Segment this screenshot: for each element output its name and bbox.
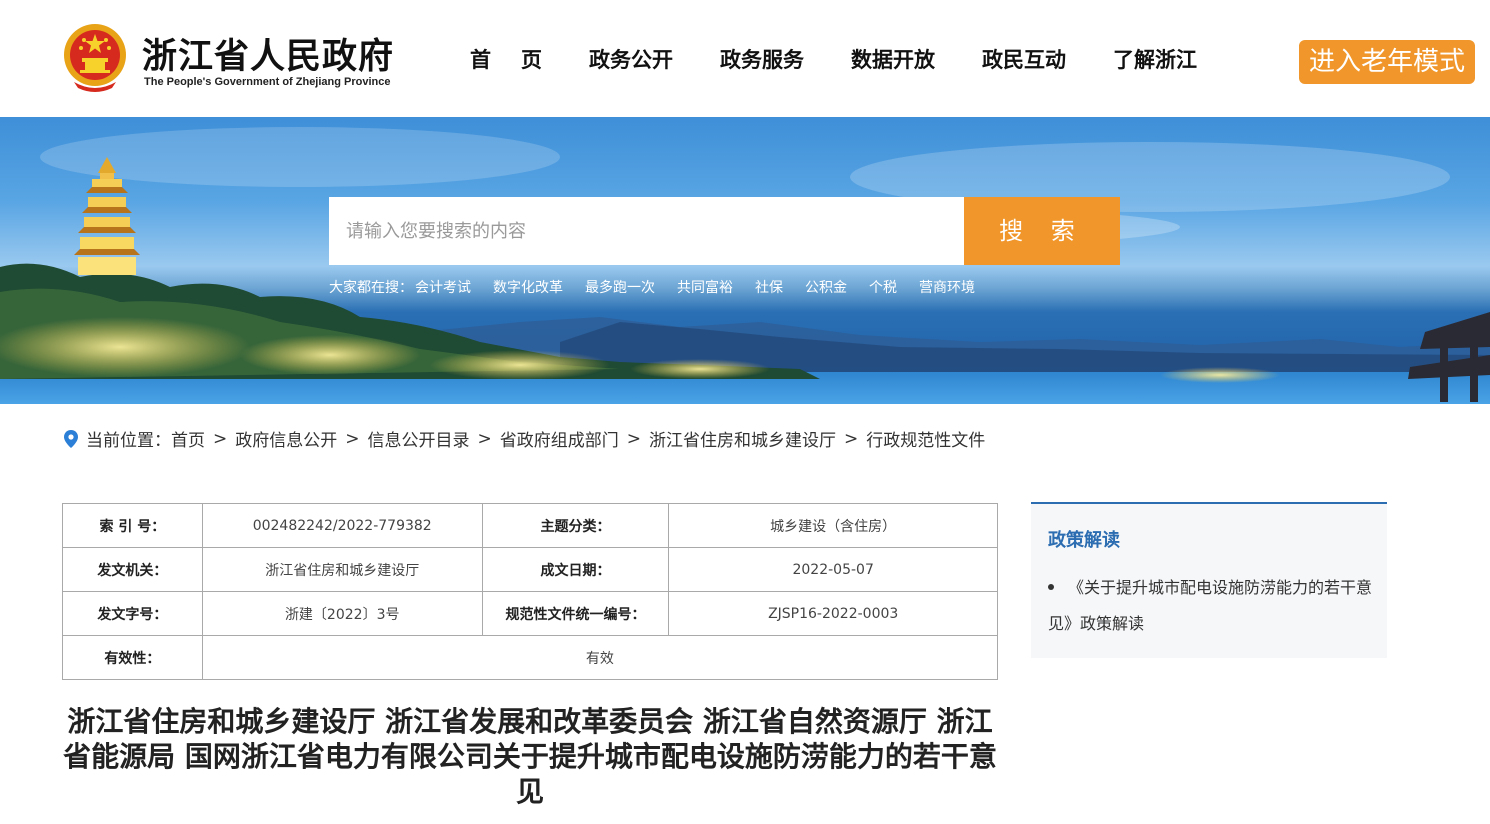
nav-open-data[interactable]: 数据开放: [851, 44, 935, 74]
location-pin-icon: [64, 429, 78, 448]
document-info-table: 索 引 号： 002482242/2022-779382 主题分类： 城乡建设（…: [62, 503, 999, 680]
table-row: 发文字号： 浙建〔2022〕3号 规范性文件统一编号： ZJSP16-2022-…: [62, 591, 998, 636]
search-button[interactable]: 搜 索: [964, 197, 1120, 265]
nav-about-zhejiang[interactable]: 了解浙江: [1113, 44, 1197, 74]
hot-search-link[interactable]: 个税: [869, 277, 897, 297]
site-title: 浙江省人民政府: [142, 36, 395, 77]
elder-mode-button[interactable]: 进入老年模式: [1299, 40, 1475, 84]
national-emblem-icon: [64, 24, 126, 92]
breadcrumb-label: 当前位置：: [86, 431, 171, 451]
nav-gov-services[interactable]: 政务服务: [720, 44, 804, 74]
unified-no-value: ZJSP16-2022-0003: [668, 591, 998, 636]
category-label: 主题分类：: [481, 503, 670, 548]
doc-no-label: 发文字号：: [62, 591, 203, 636]
hot-search-link[interactable]: 最多跑一次: [585, 277, 655, 297]
hot-searches: 大家都在搜： 会计考试 数字化改革 最多跑一次 共同富裕 社保 公积金 个税 营…: [329, 277, 997, 297]
unified-no-label: 规范性文件统一编号：: [481, 591, 670, 636]
main-nav: 首页 政务公开 政务服务 数据开放 政民互动 了解浙江: [470, 44, 1244, 74]
breadcrumb-separator: >: [213, 428, 228, 449]
panel-title: 政策解读: [1048, 530, 1120, 551]
index-no-label: 索 引 号：: [62, 503, 203, 548]
breadcrumb-home[interactable]: 首页: [171, 426, 205, 451]
document-title: 浙江省住房和城乡建设厅 浙江省发展和改革委员会 浙江省自然资源厅 浙江省能源局 …: [63, 705, 997, 808]
nav-home[interactable]: 首页: [470, 44, 572, 74]
validity-label: 有效性：: [62, 635, 203, 680]
search-input[interactable]: [329, 197, 964, 265]
hot-search-link[interactable]: 共同富裕: [677, 277, 733, 297]
table-row: 索 引 号： 002482242/2022-779382 主题分类： 城乡建设（…: [62, 503, 998, 548]
site-title-en: The People's Government of Zhejiang Prov…: [144, 76, 391, 88]
date-label: 成文日期：: [481, 547, 670, 592]
breadcrumb-housing-dept[interactable]: 浙江省住房和城乡建设厅: [649, 426, 836, 451]
policy-interpretation-panel: 政策解读 《关于提升城市配电设施防涝能力的若干意见》政策解读: [1031, 502, 1387, 658]
breadcrumb-gov-info[interactable]: 政府信息公开: [235, 426, 337, 451]
hot-search-link[interactable]: 营商环境: [919, 277, 975, 297]
table-row: 发文机关： 浙江省住房和城乡建设厅 成文日期： 2022-05-07: [62, 547, 998, 592]
breadcrumb-departments[interactable]: 省政府组成部门: [500, 426, 619, 451]
date-value: 2022-05-07: [668, 547, 998, 592]
nav-gov-affairs-open[interactable]: 政务公开: [589, 44, 673, 74]
index-no-value: 002482242/2022-779382: [201, 503, 483, 548]
policy-interpretation-text: 《关于提升城市配电设施防涝能力的若干意见》政策解读: [1048, 578, 1373, 633]
site-header: 浙江省人民政府 The People's Government of Zheji…: [0, 0, 1490, 117]
hot-search-link[interactable]: 会计考试: [415, 277, 471, 297]
breadcrumb: 当前位置： 首页 > 政府信息公开 > 信息公开目录 > 省政府组成部门 > 浙…: [64, 426, 985, 451]
site-logo[interactable]: 浙江省人民政府 The People's Government of Zheji…: [62, 22, 395, 94]
hot-searches-label: 大家都在搜：: [329, 280, 413, 296]
table-row: 有效性： 有效: [62, 635, 999, 680]
policy-interpretation-link[interactable]: 《关于提升城市配电设施防涝能力的若干意见》政策解读: [1048, 570, 1373, 642]
bullet-icon: [1048, 583, 1054, 590]
doc-no-value: 浙建〔2022〕3号: [201, 591, 483, 636]
breadcrumb-separator: >: [844, 428, 859, 449]
nav-interaction[interactable]: 政民互动: [982, 44, 1066, 74]
hot-search-link[interactable]: 社保: [755, 277, 783, 297]
issuer-label: 发文机关：: [62, 547, 203, 592]
validity-value: 有效: [201, 635, 999, 680]
hot-search-link[interactable]: 公积金: [805, 277, 847, 297]
issuer-value: 浙江省住房和城乡建设厅: [201, 547, 483, 592]
hot-search-link[interactable]: 数字化改革: [493, 277, 563, 297]
breadcrumb-separator: >: [345, 428, 360, 449]
category-value: 城乡建设（含住房）: [668, 503, 998, 548]
breadcrumb-separator: >: [477, 428, 492, 449]
search-banner: 搜 索 大家都在搜： 会计考试 数字化改革 最多跑一次 共同富裕 社保 公积金 …: [0, 117, 1490, 404]
breadcrumb-separator: >: [626, 428, 641, 449]
breadcrumb-normative-docs[interactable]: 行政规范性文件: [866, 426, 985, 451]
breadcrumb-info-catalog[interactable]: 信息公开目录: [368, 426, 470, 451]
